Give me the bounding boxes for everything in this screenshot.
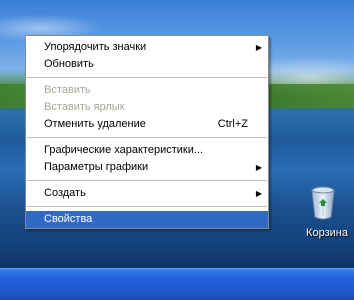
taskbar[interactable]	[0, 268, 354, 300]
menu-item-graphics-properties[interactable]: Графические характеристики...	[26, 142, 268, 159]
menu-separator	[27, 180, 267, 181]
menu-item-new[interactable]: Создать ▶	[26, 185, 268, 202]
menu-item-arrange-icons[interactable]: Упорядочить значки ▶	[26, 39, 268, 56]
menu-item-properties[interactable]: Свойства	[26, 211, 268, 228]
submenu-arrow-icon: ▶	[255, 43, 262, 52]
menu-item-paste: Вставить	[44, 84, 91, 96]
recycle-bin-icon[interactable]	[308, 185, 338, 221]
menu-separator	[27, 77, 267, 78]
submenu-arrow-icon: ▶	[255, 189, 262, 198]
shortcut-label: Ctrl+Z	[217, 118, 248, 130]
menu-item-refresh[interactable]: Обновить	[26, 56, 268, 73]
menu-item-paste-shortcut: Вставить ярлык	[44, 101, 125, 113]
menu-separator	[27, 137, 267, 138]
menu-item-undo-delete[interactable]: Отменить удаление Ctrl+Z	[26, 116, 268, 133]
recycle-bin-label[interactable]: Корзина	[292, 227, 354, 239]
submenu-arrow-icon: ▶	[255, 163, 262, 172]
desktop-context-menu: Упорядочить значки ▶ Обновить Вставить В…	[25, 35, 269, 229]
menu-separator	[27, 206, 267, 207]
menu-item-graphics-options[interactable]: Параметры графики ▶	[26, 159, 268, 176]
